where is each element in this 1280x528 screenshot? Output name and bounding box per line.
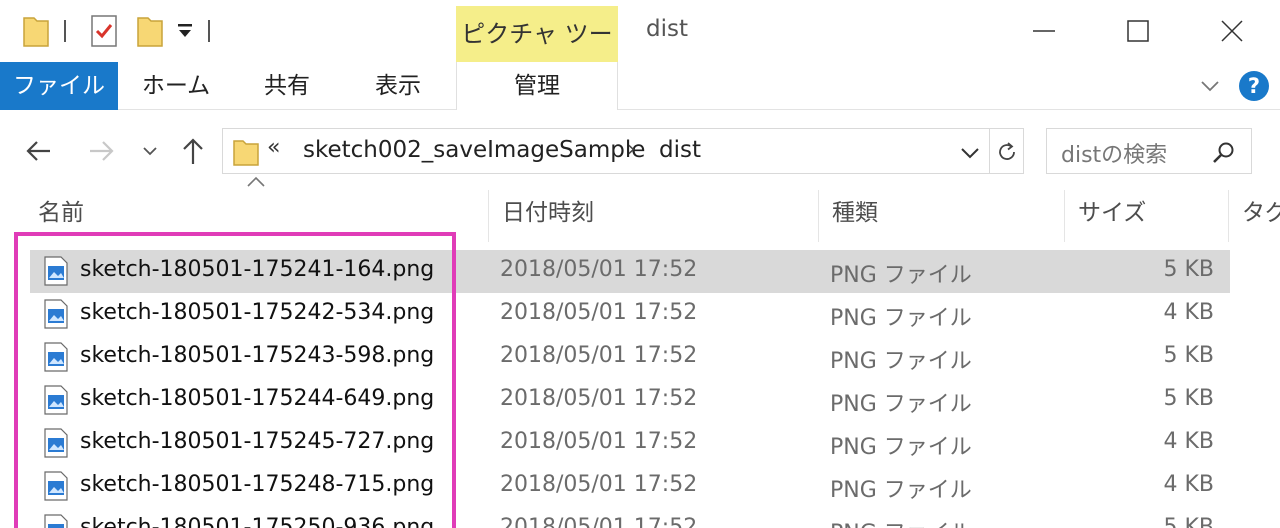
file-row[interactable]: sketch-180501-175245-727.png 2018/05/01 … bbox=[30, 422, 1230, 465]
minimize-icon bbox=[1033, 30, 1055, 32]
file-size: 4 KB bbox=[1163, 300, 1214, 325]
file-type: PNG ファイル bbox=[830, 306, 972, 331]
png-image-icon bbox=[44, 514, 68, 528]
close-icon bbox=[1221, 20, 1243, 42]
column-headers: 名前 日付時刻 種類 サイズ タグ bbox=[0, 190, 1280, 242]
tab-share[interactable]: 共有 bbox=[234, 62, 340, 110]
file-type: PNG ファイル bbox=[830, 263, 972, 288]
expand-ribbon-button[interactable] bbox=[1196, 74, 1224, 98]
ribbon-tab-bar: ファイル ホーム 共有 表示 管理 ? bbox=[0, 62, 1280, 110]
file-row[interactable]: sketch-180501-175250-936.png 2018/05/01 … bbox=[30, 508, 1230, 528]
file-size: 5 KB bbox=[1163, 343, 1214, 368]
file-name[interactable]: sketch-180501-175248-715.png bbox=[80, 472, 434, 497]
qat-separator bbox=[64, 20, 66, 42]
file-size: 5 KB bbox=[1163, 386, 1214, 411]
png-image-icon bbox=[44, 256, 68, 290]
tab-manage[interactable]: 管理 bbox=[456, 62, 618, 110]
file-type: PNG ファイル bbox=[830, 515, 972, 528]
qat-separator bbox=[208, 20, 210, 42]
file-size: 5 KB bbox=[1163, 257, 1214, 282]
search-box[interactable]: distの検索 bbox=[1046, 128, 1252, 174]
file-row[interactable]: sketch-180501-175248-715.png 2018/05/01 … bbox=[30, 465, 1230, 508]
back-button[interactable] bbox=[22, 134, 56, 168]
picture-tools-label: ピクチャ ツール bbox=[456, 6, 618, 104]
file-row[interactable]: sketch-180501-175243-598.png 2018/05/01 … bbox=[30, 336, 1230, 379]
file-type: PNG ファイル bbox=[830, 392, 972, 417]
forward-arrow-icon bbox=[90, 141, 114, 161]
file-date: 2018/05/01 17:52 bbox=[500, 429, 698, 454]
file-size: 5 KB bbox=[1163, 515, 1214, 528]
navigation-bar: « sketch002_saveImageSample › dist distの… bbox=[0, 110, 1280, 190]
window-title: dist bbox=[646, 16, 688, 42]
file-date: 2018/05/01 17:52 bbox=[500, 515, 698, 528]
file-row[interactable]: sketch-180501-175242-534.png 2018/05/01 … bbox=[30, 293, 1230, 336]
file-name[interactable]: sketch-180501-175241-164.png bbox=[80, 257, 434, 282]
file-date: 2018/05/01 17:52 bbox=[500, 343, 698, 368]
customize-qat-icon[interactable] bbox=[176, 22, 194, 44]
breadcrumb-overflow[interactable]: « bbox=[267, 135, 280, 160]
file-name[interactable]: sketch-180501-175243-598.png bbox=[80, 343, 434, 368]
address-history-button[interactable] bbox=[957, 142, 983, 164]
file-row[interactable]: sketch-180501-175241-164.png 2018/05/01 … bbox=[30, 250, 1230, 293]
file-type: PNG ファイル bbox=[830, 349, 972, 374]
maximize-button[interactable] bbox=[1090, 0, 1186, 62]
breadcrumb-separator[interactable]: › bbox=[627, 137, 636, 162]
breadcrumb-item[interactable]: dist bbox=[659, 137, 701, 163]
breadcrumb-item[interactable]: sketch002_saveImageSample bbox=[303, 137, 645, 163]
file-date: 2018/05/01 17:52 bbox=[500, 472, 698, 497]
file-date: 2018/05/01 17:52 bbox=[500, 257, 698, 282]
folder-icon bbox=[233, 138, 259, 170]
png-image-icon bbox=[44, 471, 68, 505]
file-name[interactable]: sketch-180501-175244-649.png bbox=[80, 386, 434, 411]
up-arrow-icon bbox=[183, 138, 203, 164]
column-header-tags[interactable]: タグ bbox=[1228, 190, 1280, 242]
chevron-down-icon bbox=[961, 148, 979, 159]
back-arrow-icon bbox=[26, 141, 50, 161]
file-name[interactable]: sketch-180501-175245-727.png bbox=[80, 429, 434, 454]
search-icon[interactable] bbox=[1211, 140, 1237, 170]
folder-icon[interactable] bbox=[22, 14, 50, 52]
column-header-type[interactable]: 種類 bbox=[818, 190, 1064, 242]
file-type: PNG ファイル bbox=[830, 435, 972, 460]
file-list: sketch-180501-175241-164.png 2018/05/01 … bbox=[0, 250, 1280, 528]
tab-view[interactable]: 表示 bbox=[340, 62, 456, 110]
refresh-button[interactable] bbox=[990, 128, 1024, 174]
address-bar[interactable]: « sketch002_saveImageSample › dist bbox=[222, 128, 990, 174]
recent-locations-icon bbox=[143, 147, 157, 156]
properties-icon[interactable] bbox=[90, 14, 118, 52]
file-name[interactable]: sketch-180501-175242-534.png bbox=[80, 300, 434, 325]
recent-locations-button[interactable] bbox=[136, 134, 164, 168]
up-button[interactable] bbox=[176, 134, 210, 168]
column-header-name[interactable]: 名前 bbox=[24, 190, 488, 242]
file-type: PNG ファイル bbox=[830, 478, 972, 503]
tab-file[interactable]: ファイル bbox=[0, 62, 118, 110]
forward-button[interactable] bbox=[84, 134, 118, 168]
minimize-button[interactable] bbox=[996, 0, 1092, 62]
file-row[interactable]: sketch-180501-175244-649.png 2018/05/01 … bbox=[30, 379, 1230, 422]
file-size: 4 KB bbox=[1163, 472, 1214, 497]
chevron-down-icon bbox=[1201, 81, 1219, 92]
file-name[interactable]: sketch-180501-175250-936.png bbox=[80, 515, 434, 528]
search-input[interactable]: distの検索 bbox=[1061, 137, 1167, 169]
file-date: 2018/05/01 17:52 bbox=[500, 300, 698, 325]
column-header-date[interactable]: 日付時刻 bbox=[488, 190, 818, 242]
title-bar: ピクチャ ツール dist bbox=[0, 0, 1280, 104]
file-size: 4 KB bbox=[1163, 429, 1214, 454]
column-header-size[interactable]: サイズ bbox=[1064, 190, 1228, 242]
close-button[interactable] bbox=[1184, 0, 1280, 62]
new-folder-icon[interactable] bbox=[136, 14, 164, 52]
png-image-icon bbox=[44, 342, 68, 376]
help-icon[interactable]: ? bbox=[1239, 71, 1269, 101]
png-image-icon bbox=[44, 385, 68, 419]
tab-home[interactable]: ホーム bbox=[118, 62, 234, 110]
png-image-icon bbox=[44, 299, 68, 333]
file-date: 2018/05/01 17:52 bbox=[500, 386, 698, 411]
refresh-icon bbox=[999, 142, 1015, 160]
maximize-icon bbox=[1127, 20, 1149, 42]
png-image-icon bbox=[44, 428, 68, 462]
